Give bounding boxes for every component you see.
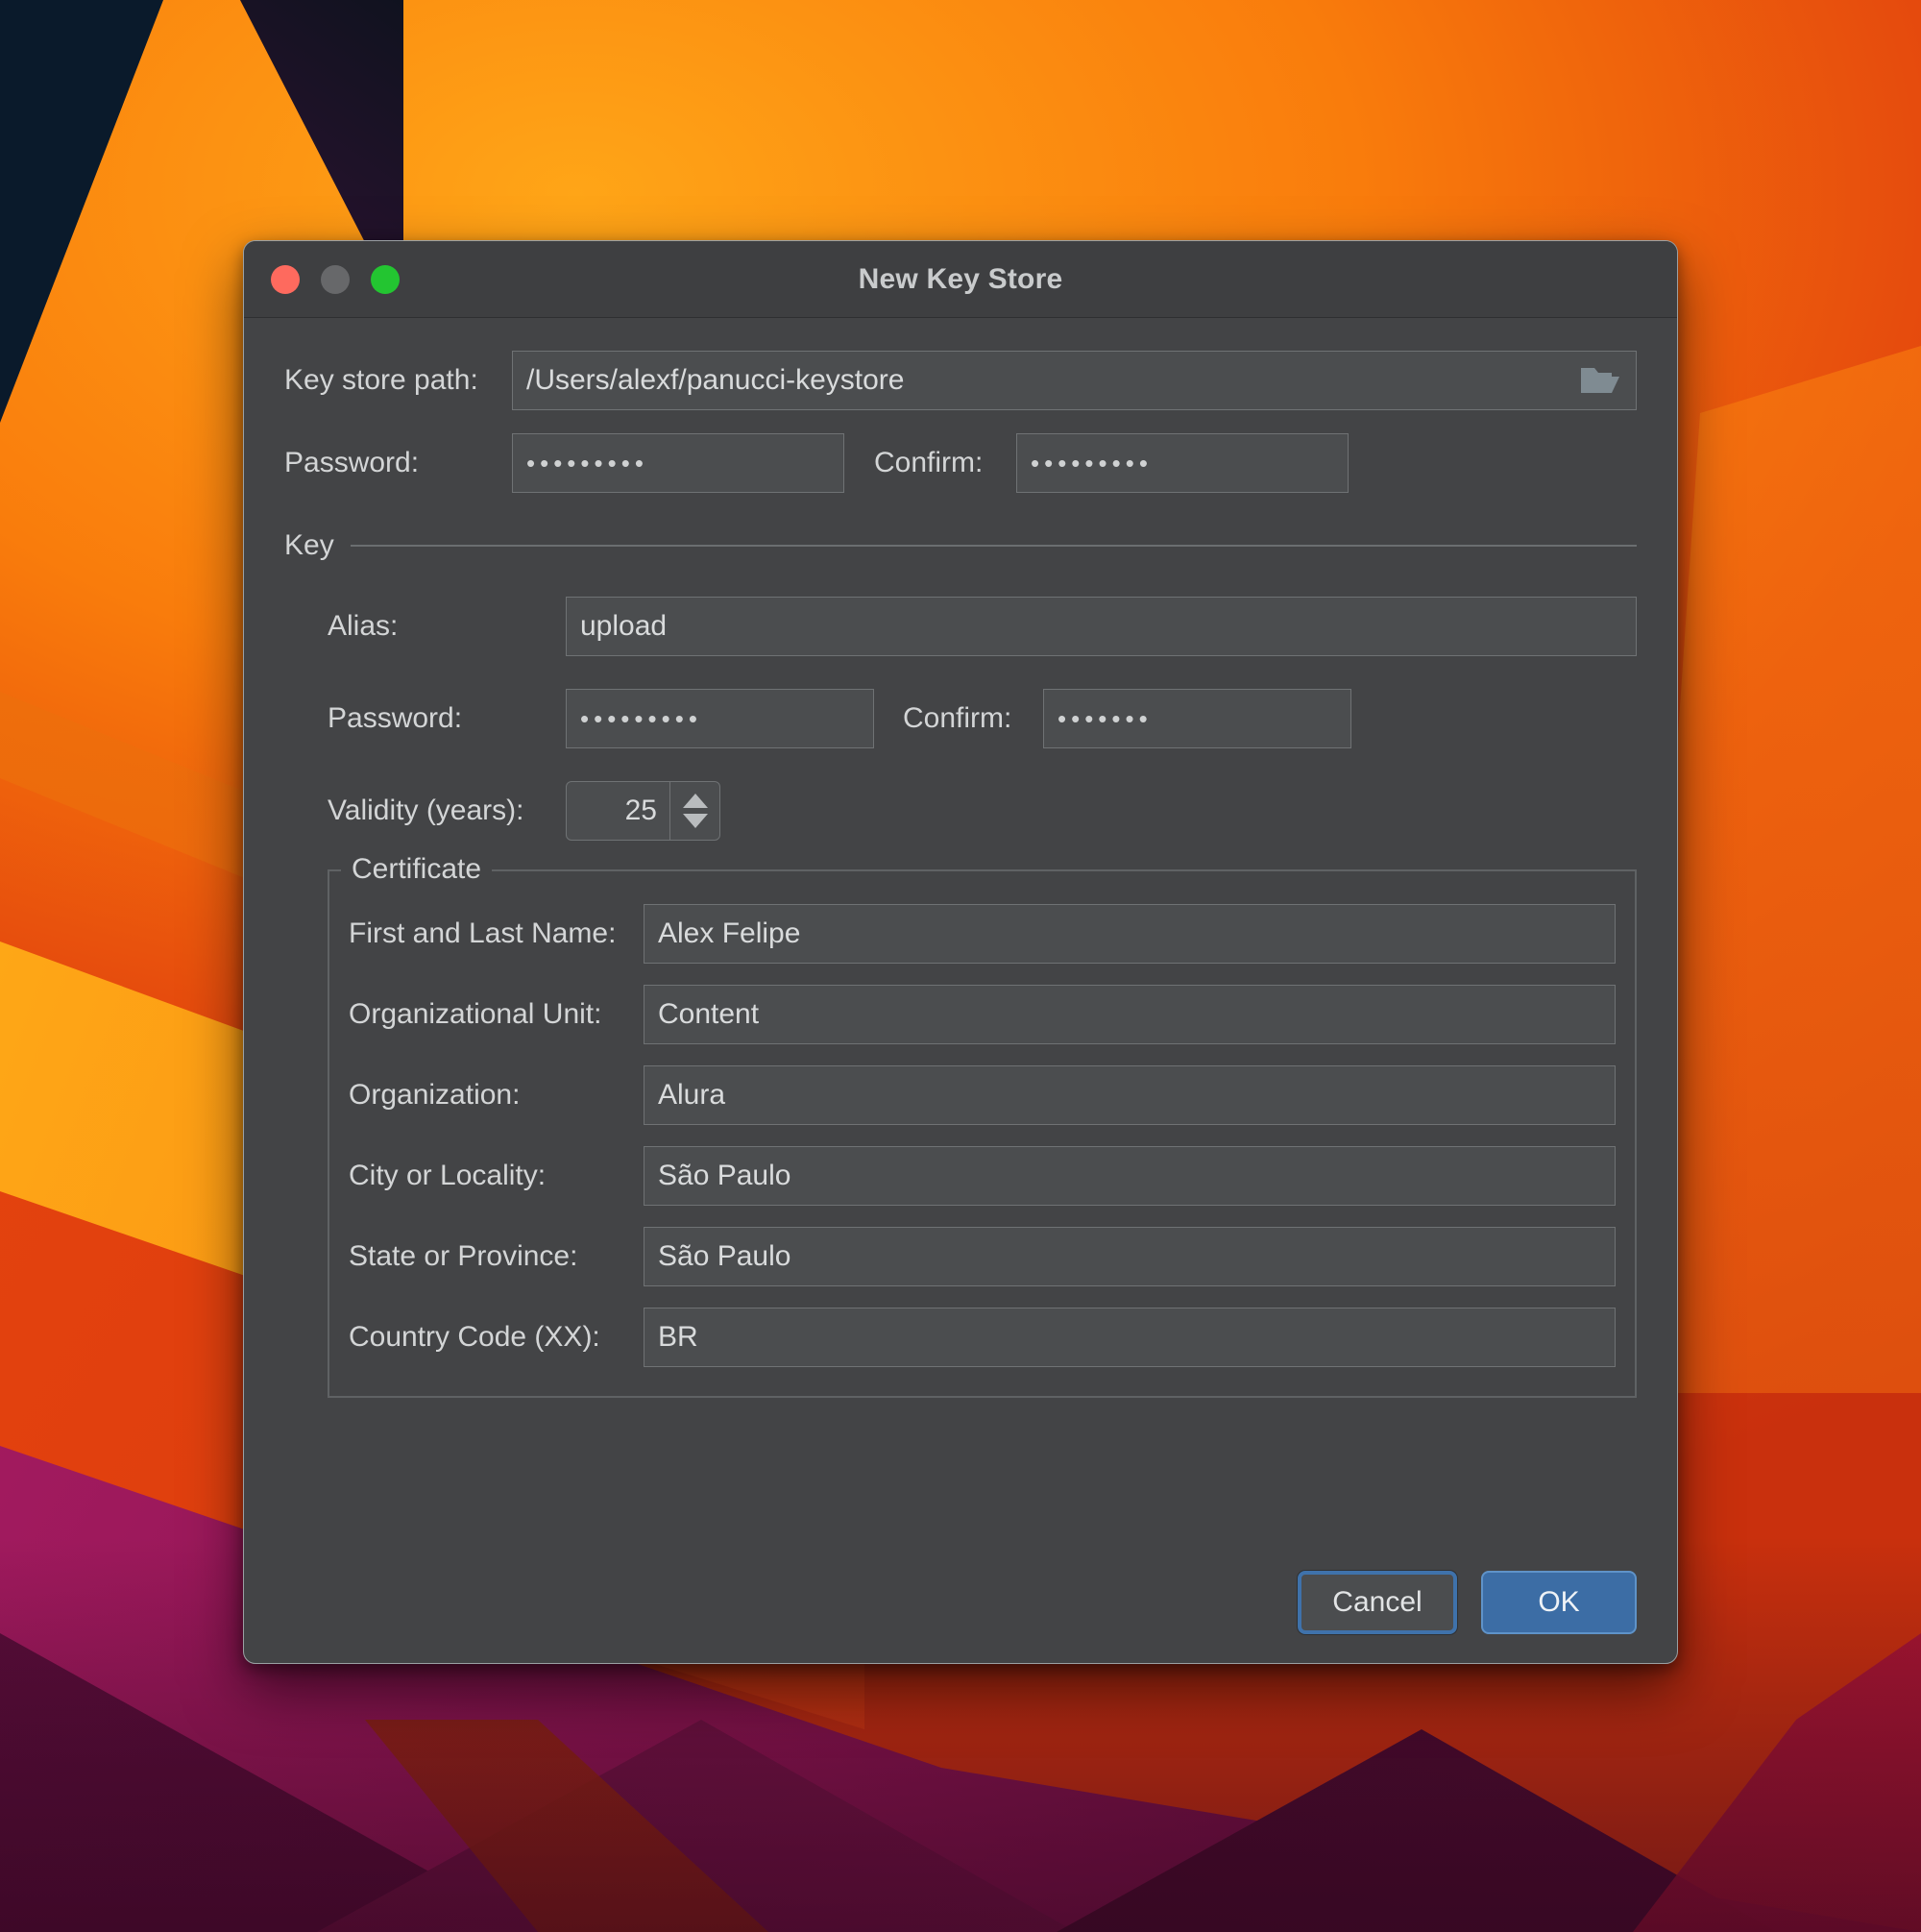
- chevron-down-icon[interactable]: [682, 814, 708, 828]
- store-password-label: Password:: [284, 447, 420, 478]
- dialog-footer: Cancel OK: [244, 1540, 1677, 1663]
- key-validity-label: Validity (years):: [328, 795, 524, 826]
- cancel-button[interactable]: Cancel: [1298, 1571, 1457, 1634]
- window-title: New Key Store: [858, 262, 1063, 295]
- cert-organization-label: Organization:: [349, 1079, 521, 1111]
- cert-name-input[interactable]: Alex Felipe: [644, 904, 1616, 964]
- open-folder-icon[interactable]: [1573, 351, 1627, 410]
- group-border-line: [492, 869, 1635, 871]
- traffic-light-group: [271, 264, 400, 294]
- stepper-buttons: [669, 782, 719, 840]
- dialog-content: Key store path: /Users/alexf/panucci-key…: [244, 318, 1677, 1540]
- key-section-divider: [350, 545, 1637, 547]
- close-button-icon[interactable]: [271, 264, 300, 294]
- key-confirm-input[interactable]: •••••••: [1043, 689, 1351, 748]
- cert-org-unit-label: Organizational Unit:: [349, 998, 602, 1030]
- key-password-label: Password:: [328, 702, 463, 734]
- ok-button[interactable]: OK: [1481, 1571, 1637, 1634]
- key-password-row: Password: ••••••••• Confirm: •••••••: [328, 689, 1637, 748]
- store-password-row: Password: ••••••••• Confirm: •••••••••: [284, 433, 1637, 493]
- table-row: State or Province: São Paulo: [349, 1227, 1616, 1286]
- certificate-legend: Certificate: [341, 853, 493, 886]
- key-section-header: Key: [284, 529, 1637, 562]
- keystore-path-label: Key store path:: [284, 364, 478, 396]
- group-border-tick: [329, 869, 341, 871]
- keystore-path-input[interactable]: /Users/alexf/panucci-keystore: [512, 351, 1637, 410]
- key-section-body: Alias: upload Password: ••••••••• Confir…: [284, 597, 1637, 1398]
- certificate-group-border-top: Certificate: [329, 853, 1635, 886]
- key-alias-input[interactable]: upload: [566, 597, 1637, 656]
- cert-state-label: State or Province:: [349, 1240, 578, 1272]
- key-alias-row: Alias: upload: [328, 597, 1637, 656]
- table-row: Organizational Unit: Content: [349, 985, 1616, 1044]
- new-key-store-dialog: New Key Store Key store path: /Users/ale…: [243, 240, 1678, 1664]
- key-validity-value[interactable]: 25: [567, 782, 669, 840]
- table-row: City or Locality: São Paulo: [349, 1146, 1616, 1206]
- cert-city-label: City or Locality:: [349, 1160, 547, 1191]
- key-confirm-label: Confirm:: [903, 702, 1012, 734]
- key-validity-stepper[interactable]: 25: [566, 781, 720, 841]
- cert-country-input[interactable]: BR: [644, 1308, 1616, 1367]
- table-row: First and Last Name: Alex Felipe: [349, 904, 1616, 964]
- maximize-button-icon[interactable]: [371, 264, 400, 294]
- store-password-input[interactable]: •••••••••: [512, 433, 844, 493]
- cert-organization-input[interactable]: Alura: [644, 1065, 1616, 1125]
- table-row: Organization: Alura: [349, 1065, 1616, 1125]
- key-section-title: Key: [284, 529, 334, 561]
- minimize-button-icon[interactable]: [321, 264, 350, 294]
- cert-state-input[interactable]: São Paulo: [644, 1227, 1616, 1286]
- chevron-up-icon[interactable]: [682, 794, 708, 808]
- key-alias-label: Alias:: [328, 610, 399, 642]
- keystore-path-input-wrap: /Users/alexf/panucci-keystore: [512, 351, 1637, 410]
- keystore-path-row: Key store path: /Users/alexf/panucci-key…: [284, 351, 1637, 410]
- cert-country-label: Country Code (XX):: [349, 1321, 600, 1353]
- table-row: Country Code (XX): BR: [349, 1308, 1616, 1367]
- store-confirm-input[interactable]: •••••••••: [1016, 433, 1349, 493]
- desktop-wallpaper: New Key Store Key store path: /Users/ale…: [0, 0, 1921, 1932]
- key-validity-row: Validity (years): 25: [328, 781, 1637, 841]
- cert-name-label: First and Last Name:: [349, 917, 617, 949]
- certificate-fields: First and Last Name: Alex Felipe Organiz…: [349, 869, 1616, 1367]
- window-titlebar[interactable]: New Key Store: [244, 241, 1677, 318]
- key-password-input[interactable]: •••••••••: [566, 689, 874, 748]
- cert-city-input[interactable]: São Paulo: [644, 1146, 1616, 1206]
- cert-org-unit-input[interactable]: Content: [644, 985, 1616, 1044]
- certificate-group: Certificate First and Last Name: Alex Fe…: [328, 853, 1637, 1398]
- store-confirm-label: Confirm:: [874, 447, 984, 478]
